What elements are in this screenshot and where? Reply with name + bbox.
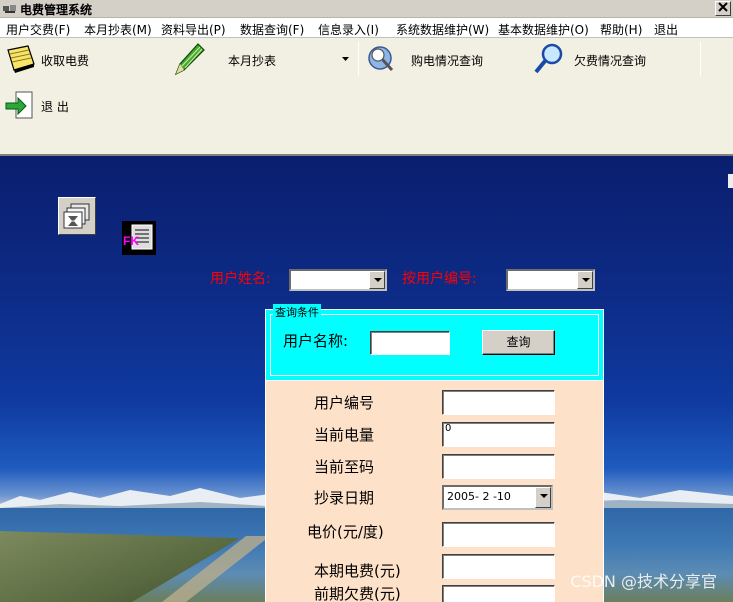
collect-fee-button[interactable]: 收取电费 <box>4 40 164 78</box>
notepad-icon <box>7 45 35 73</box>
window-title: 电费管理系统 <box>20 3 93 17</box>
menu-data-export[interactable]: 资料导出(P) <box>161 21 226 38</box>
purchase-query-button[interactable]: 购电情况查询 <box>364 40 524 78</box>
query-panel: 查询条件 用户名称: 查询 用户编号 当前电量 0 当前至码 抄录日期 2005… <box>265 304 604 602</box>
query-button[interactable]: 查询 <box>482 330 555 355</box>
price-label: 电价(元/度) <box>307 523 384 541</box>
menu-user-payment[interactable]: 用户交费(F) <box>6 21 70 38</box>
current-reading-field[interactable] <box>442 454 555 479</box>
read-date-value: 2005- 2 -10 <box>447 490 511 503</box>
query-conditions-group: 查询条件 用户名称: 查询 <box>265 304 604 381</box>
magnifier-globe-icon <box>368 46 394 72</box>
menu-info-entry[interactable]: 信息录入(I) <box>318 21 379 38</box>
menu-exit[interactable]: 退出 <box>654 21 678 38</box>
username-label: 用户名称: <box>283 332 349 350</box>
menu-bar: 用户交费(F) 本月抄表(M) 资料导出(P) 数据查询(F) 信息录入(I) … <box>0 18 733 38</box>
user-id-label: 用户编号 <box>314 394 375 412</box>
query-results-area: 用户编号 当前电量 0 当前至码 抄录日期 2005- 2 -10 电价(元/度… <box>265 381 604 602</box>
query-legend: 查询条件 <box>273 304 321 320</box>
menu-system-maintenance[interactable]: 系统数据维护(W) <box>396 21 489 38</box>
arrears-query-button[interactable]: 欠费情况查询 <box>532 40 692 78</box>
combo-arrow-icon[interactable] <box>577 271 593 289</box>
arrears-query-label: 欠费情况查询 <box>574 54 647 68</box>
prev-arrears-label: 前期欠费(元) <box>314 585 401 602</box>
pen-icon <box>174 43 205 76</box>
title-bar: 电费管理系统 <box>0 0 733 18</box>
search-id-label: 按用户编号: <box>402 271 477 287</box>
watermark: CSDN @技术分享官 <box>570 572 717 591</box>
magnifier-icon <box>534 43 563 74</box>
menu-basic-maintenance[interactable]: 基本数据维护(O) <box>498 21 589 38</box>
user-id-field[interactable] <box>442 390 555 415</box>
price-field[interactable] <box>442 522 555 547</box>
menu-monthly-reading[interactable]: 本月抄表(M) <box>84 21 152 38</box>
form-app-icon[interactable]: FK <box>122 221 156 255</box>
menu-data-query[interactable]: 数据查询(F) <box>240 21 304 38</box>
dropdown-arrow-icon[interactable] <box>342 57 349 61</box>
current-fee-field[interactable] <box>442 554 555 579</box>
user-name-combo[interactable] <box>289 269 387 291</box>
side-indicator <box>728 174 733 188</box>
username-input[interactable] <box>370 331 450 355</box>
read-date-label: 抄录日期 <box>314 489 375 507</box>
current-power-field[interactable]: 0 <box>442 422 555 447</box>
close-icon <box>718 2 728 12</box>
exit-button[interactable]: 退 出 <box>4 86 94 124</box>
toolbar-separator <box>700 42 701 76</box>
date-dropdown-icon[interactable] <box>535 487 551 508</box>
monthly-reading-label: 本月抄表 <box>228 54 277 68</box>
prev-arrears-field[interactable] <box>442 585 555 602</box>
toolbar: 收取电费 本月抄表 购电情况查询 欠费情况查询 退 出 <box>0 38 733 156</box>
current-power-field-value: 0 <box>445 423 452 434</box>
combo-arrow-icon[interactable] <box>369 271 385 289</box>
toolbar-separator <box>358 42 359 76</box>
app-icon <box>3 5 16 13</box>
current-reading-label: 当前至码 <box>314 458 375 476</box>
user-id-combo[interactable] <box>506 269 595 291</box>
search-name-label: 用户姓名: <box>210 271 271 287</box>
menu-help[interactable]: 帮助(H) <box>600 21 642 38</box>
purchase-query-label: 购电情况查询 <box>411 54 484 68</box>
query-button-label: 查询 <box>506 335 531 349</box>
current-fee-label: 本期电费(元) <box>314 562 401 580</box>
svg-text:FK: FK <box>123 234 139 248</box>
exit-arrow-icon <box>5 91 33 119</box>
monthly-reading-button[interactable]: 本月抄表 <box>172 40 352 78</box>
main-workspace: FK 用户姓名: 按用户编号: 查询条件 用户名称: 查询 用户编号 当前电量 … <box>0 156 733 602</box>
read-date-picker[interactable]: 2005- 2 -10 <box>442 485 553 510</box>
current-power-label: 当前电量 <box>314 426 375 444</box>
collect-fee-label: 收取电费 <box>41 54 90 68</box>
window-stack-icon[interactable] <box>58 197 96 235</box>
close-button[interactable] <box>715 1 731 16</box>
exit-label: 退 出 <box>41 100 69 114</box>
